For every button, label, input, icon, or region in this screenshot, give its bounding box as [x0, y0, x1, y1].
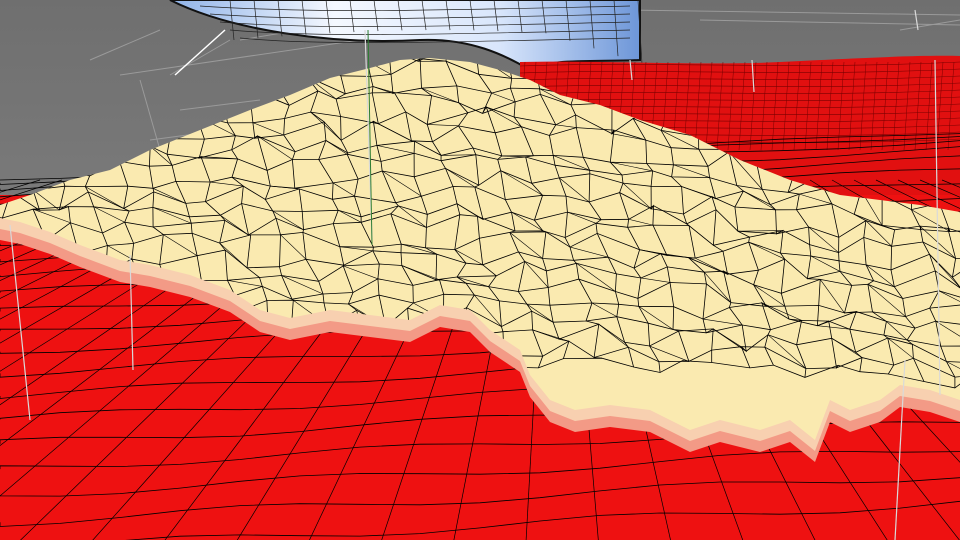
viewport-canvas[interactable]: [0, 0, 960, 540]
3d-viewport[interactable]: [0, 0, 960, 540]
